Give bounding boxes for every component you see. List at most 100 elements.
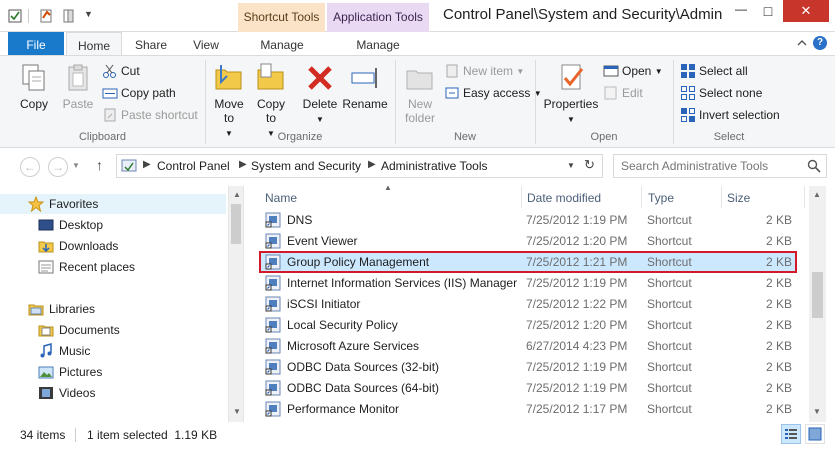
nav-favorites[interactable]: Favorites [0,194,226,214]
large-icons-view-button[interactable] [805,424,825,444]
chevron-up-icon[interactable] [796,37,808,49]
tab-file[interactable]: File [8,32,64,56]
file-name: ODBC Data Sources (32-bit) [287,360,440,374]
copy-button[interactable]: Copy [14,62,54,111]
scroll-down-icon[interactable]: ▼ [233,407,241,416]
file-size: 2 KB [765,318,792,332]
file-row[interactable]: Performance Monitor 7/25/2012 1:17 PM Shor… [260,399,796,419]
breadcrumb-administrative-tools[interactable]: Administrative Tools [381,159,488,173]
new-folder-qat-icon[interactable] [62,8,78,24]
column-header-size[interactable]: Size [727,186,750,208]
file-row[interactable]: DNS 7/25/2012 1:19 PM Shortcut 2 KB [260,210,796,230]
qat-customize-icon[interactable]: ▼ [84,9,93,19]
status-separator [75,428,76,442]
help-icon[interactable]: ? [813,36,827,50]
breadcrumb-control-panel[interactable]: Control Panel [157,159,230,173]
tab-home[interactable]: Home [66,32,122,56]
refresh-icon[interactable]: ↻ [584,157,595,173]
nav-recent-places-label: Recent places [59,260,136,274]
up-arrow-icon[interactable]: ↑ [96,157,103,173]
file-size: 2 KB [765,339,792,353]
tab-view[interactable]: View [180,32,232,56]
column-divider[interactable] [721,186,722,208]
properties-icon[interactable] [7,8,23,24]
sort-ascending-icon: ▲ [384,183,392,192]
copy-path-icon [102,88,118,99]
shortcut-icon [265,254,281,270]
tab-manage-shortcut[interactable]: Manage [240,32,324,56]
downloads-icon [38,241,54,253]
open-button[interactable]: Open ▼ [603,63,663,83]
delete-label: Delete [302,97,338,111]
shortcut-icon [265,317,281,333]
address-dropdown-icon[interactable]: ▼ [567,161,575,170]
file-type: Shortcut [647,402,692,416]
tab-share[interactable]: Share [122,32,180,56]
column-divider[interactable] [521,186,522,208]
properties-button[interactable]: Properties ▼ [542,62,600,125]
copy-path-button[interactable]: Copy path [102,85,176,105]
nav-videos-label: Videos [59,386,96,400]
column-divider[interactable] [641,186,642,208]
rename-button[interactable]: Rename [342,62,388,111]
details-view-icon [785,429,797,439]
breadcrumb-system-and-security[interactable]: System and Security [251,159,361,173]
address-bar[interactable]: ▶ Control Panel ▶ System and Security ▶ … [116,154,603,178]
window-title: Control Panel\System and Security\Admini… [443,6,723,23]
new-item-button[interactable]: New item ▼ [444,63,524,83]
undo-icon[interactable] [38,8,54,24]
scroll-down-icon[interactable]: ▼ [813,407,821,416]
file-row[interactable]: Event Viewer 7/25/2012 1:20 PM Shortcut 2 K… [260,231,796,251]
move-to-button[interactable]: Move to ▼ [210,62,248,139]
minimize-button[interactable]: — [728,0,754,22]
close-button[interactable]: ✕ [783,0,829,22]
scroll-up-icon[interactable]: ▲ [233,190,241,199]
delete-x-icon [308,66,332,90]
edit-button[interactable]: Edit [603,85,643,105]
tab-manage-application[interactable]: Manage [330,32,426,56]
file-list-scrollbar[interactable]: ▲ ▼ [809,186,826,422]
nav-scrollbar[interactable]: ▲ ▼ [228,186,243,422]
copy-to-button[interactable]: Copy to ▼ [252,62,290,139]
select-none-icon [681,86,695,100]
file-row[interactable]: Local Security Policy 7/25/2012 1:20 PM Sh… [260,315,796,335]
file-row[interactable]: Microsoft Azure Services 6/27/2014 4:23 P… [260,336,796,356]
search-box[interactable] [613,154,827,178]
file-row[interactable]: ODBC Data Sources (32-bit) 7/25/2012 1:19… [260,357,796,377]
file-date-modified: 7/25/2012 1:20 PM [526,234,628,248]
scroll-up-icon[interactable]: ▲ [813,190,821,199]
ribbon-tab-row: File Home Share View Manage Manage ? [0,32,835,56]
select-all-button[interactable]: Select all [680,63,748,83]
file-date-modified: 7/25/2012 1:22 PM [526,297,628,311]
column-divider[interactable] [804,186,805,208]
recent-locations-icon[interactable]: ▼ [72,161,80,170]
paste-button[interactable]: Paste [58,62,98,111]
new-folder-button[interactable]: New folder [400,62,440,125]
rename-icon [351,68,377,88]
paste-shortcut-icon [104,108,116,122]
file-name: Internet Information Services (IIS) Mana… [287,276,518,290]
maximize-button[interactable]: □ [755,0,781,22]
forward-button[interactable]: → [48,157,68,177]
file-row[interactable]: Group Policy Management 7/25/2012 1:21 PM… [259,251,797,273]
delete-button[interactable]: Delete ▼ [300,62,340,125]
details-view-button[interactable] [781,424,801,444]
column-header-name[interactable]: Name [265,186,297,208]
search-input[interactable] [621,158,801,174]
invert-selection-button[interactable]: Invert selection [680,107,780,127]
file-list-scrollbar-thumb[interactable] [812,272,823,318]
easy-access-button[interactable]: Easy access ▼ [444,85,542,105]
select-none-button[interactable]: Select none [680,85,762,105]
file-row[interactable]: iSCSI Initiator 7/25/2012 1:22 PM Shortcut… [260,294,796,314]
column-header-date-modified[interactable]: Date modified [527,186,601,208]
file-row[interactable]: Internet Information Services (IIS) Mana… [260,273,796,293]
file-name: Performance Monitor [287,402,400,416]
file-row[interactable]: ODBC Data Sources (64-bit) 7/25/2012 1:19… [260,378,796,398]
cut-button[interactable]: Cut [102,63,140,83]
nav-favorites-label: Favorites [49,197,99,211]
open-label: Open [622,64,652,78]
column-header-type[interactable]: Type [648,186,674,208]
nav-scrollbar-thumb[interactable] [231,204,241,244]
back-button[interactable]: ← [20,157,40,177]
paste-shortcut-button[interactable]: Paste shortcut [102,107,198,127]
